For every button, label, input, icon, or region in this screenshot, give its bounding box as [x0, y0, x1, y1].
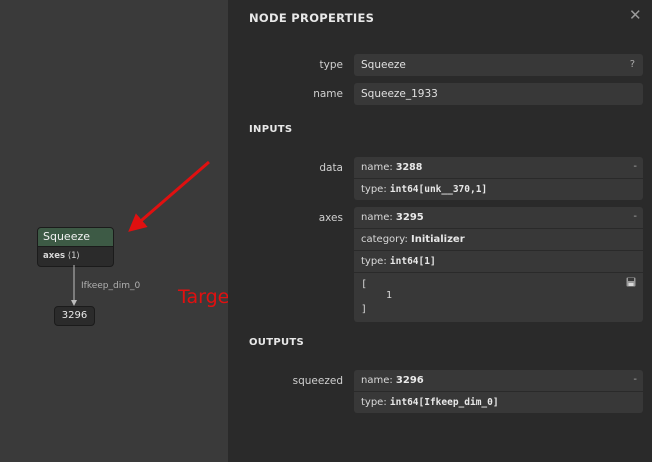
- outputs-section-title: OUTPUTS: [249, 337, 305, 348]
- node-properties-panel: NODE PROPERTIES ✕ type Squeeze ? name Sq…: [228, 0, 652, 462]
- panel-title: NODE PROPERTIES: [249, 11, 375, 25]
- node-attribute-name: axes: [43, 251, 66, 261]
- tensor-open-bracket: [: [361, 279, 368, 290]
- tensor-element: 1: [386, 290, 393, 301]
- type-value: Squeeze: [361, 59, 406, 71]
- input-axes-box[interactable]: name: 3295 category: Initializer type: i…: [354, 207, 643, 322]
- name-value: Squeeze_1933: [361, 88, 438, 100]
- node-attribute-value: ⟨1⟩: [67, 251, 80, 261]
- squeeze-node[interactable]: Squeeze axes ⟨1⟩: [37, 227, 114, 267]
- name-field[interactable]: Squeeze_1933: [354, 83, 643, 105]
- input-data-type: type: int64[unk__370,1]: [354, 178, 643, 200]
- tensor-value: [ 1 ]: [354, 272, 643, 322]
- inputs-section-title: INPUTS: [249, 124, 293, 135]
- output-squeezed-name: name: 3296: [361, 375, 424, 386]
- output-label-squeezed: squeezed: [292, 375, 343, 387]
- input-axes-name: name: 3295: [361, 212, 424, 223]
- edge-label: Ifkeep_dim_0: [81, 281, 141, 291]
- input-label-data: data: [319, 162, 343, 174]
- input-label-axes: axes: [318, 212, 343, 224]
- input-data-box[interactable]: name: 3288 type: int64[unk__370,1] -: [354, 157, 643, 200]
- help-icon[interactable]: ?: [630, 59, 635, 70]
- tensor-close-bracket: ]: [361, 304, 368, 315]
- close-icon[interactable]: ✕: [629, 6, 642, 24]
- name-label: name: [313, 88, 343, 100]
- collapse-toggle[interactable]: -: [633, 161, 637, 172]
- input-axes-type: type: int64[1]: [354, 250, 643, 272]
- type-label: type: [319, 59, 343, 71]
- input-data-name: name: 3288: [361, 162, 423, 173]
- node-title[interactable]: Squeeze: [38, 228, 113, 247]
- output-squeezed-box[interactable]: name: 3296 type: int64[Ifkeep_dim_0] -: [354, 370, 643, 413]
- node-attribute[interactable]: axes ⟨1⟩: [38, 247, 113, 265]
- output-node[interactable]: 3296: [54, 306, 95, 326]
- collapse-toggle[interactable]: -: [633, 211, 637, 222]
- output-squeezed-type: type: int64[Ifkeep_dim_0]: [354, 391, 643, 413]
- input-axes-category: category: Initializer: [354, 228, 643, 250]
- collapse-toggle[interactable]: -: [633, 374, 637, 385]
- save-icon[interactable]: [626, 277, 636, 287]
- graph-canvas[interactable]: Squeeze axes ⟨1⟩ Ifkeep_dim_0 3296: [0, 0, 228, 462]
- type-field[interactable]: Squeeze ?: [354, 54, 643, 76]
